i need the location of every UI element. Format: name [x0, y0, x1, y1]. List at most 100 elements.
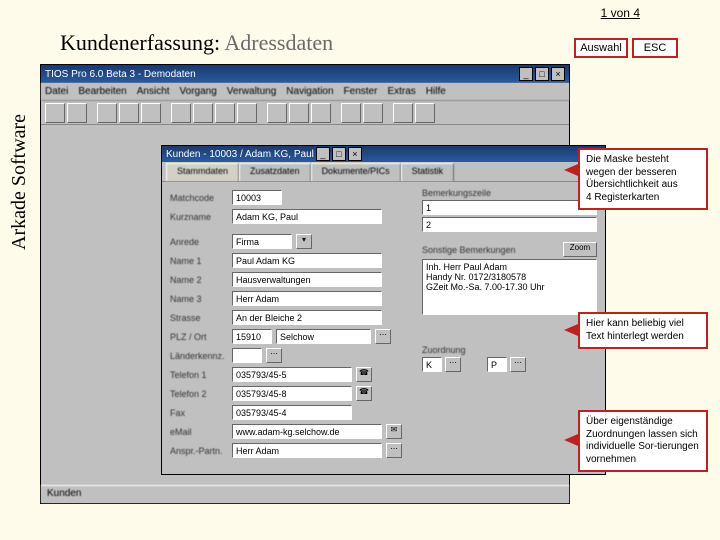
- phone-icon[interactable]: ☎: [356, 367, 372, 382]
- kunden-title-bar: Kunden - 10003 / Adam KG, Paul _ □ ×: [162, 146, 605, 162]
- menu-extras[interactable]: Extras: [387, 86, 415, 97]
- toolbar-button[interactable]: [289, 103, 309, 123]
- menu-bearbeiten[interactable]: Bearbeiten: [78, 86, 126, 97]
- callout-zuordnung: Über eigenständige Zuordnungen lassen si…: [578, 410, 708, 472]
- menu-bar: Datei Bearbeiten Ansicht Vorgang Verwalt…: [41, 83, 569, 101]
- phone-icon[interactable]: ☎: [356, 386, 372, 401]
- menu-hilfe[interactable]: Hilfe: [426, 86, 446, 97]
- sonstige-field[interactable]: Inh. Herr Paul Adam Handy Nr. 0172/31805…: [422, 259, 597, 315]
- toolbar-button[interactable]: [119, 103, 139, 123]
- app-title: TIOS Pro 6.0 Beta 3 - Demodaten: [45, 69, 196, 80]
- title-main: Kundenerfassung:: [60, 30, 220, 55]
- fax-field[interactable]: 035793/45-4: [232, 405, 352, 420]
- brand-label: Arkade Software: [8, 50, 31, 250]
- label-telefon1: Telefon 1: [170, 370, 228, 380]
- label-name2: Name 2: [170, 275, 228, 285]
- label-ansprech: Anspr.-Partn.: [170, 446, 228, 456]
- label-sonstige: Sonstige Bemerkungen: [422, 245, 516, 255]
- label-kurzname: Kurzname: [170, 212, 228, 222]
- zuord-p-field[interactable]: P: [487, 357, 507, 372]
- status-bar: Kunden: [41, 485, 569, 503]
- close-icon[interactable]: ×: [551, 67, 565, 81]
- kurzname-field[interactable]: Adam KG, Paul: [232, 209, 382, 224]
- menu-vorgang[interactable]: Vorgang: [180, 86, 217, 97]
- menu-navigation[interactable]: Navigation: [286, 86, 333, 97]
- label-email: eMail: [170, 427, 228, 437]
- label-fax: Fax: [170, 408, 228, 418]
- toolbar-button[interactable]: [393, 103, 413, 123]
- search-icon[interactable]: ⋯: [386, 443, 402, 458]
- bemerkung1-field[interactable]: 1: [422, 200, 597, 215]
- toolbar-button[interactable]: [237, 103, 257, 123]
- dropdown-icon[interactable]: ▾: [296, 234, 312, 249]
- telefon1-field[interactable]: 035793/45-5: [232, 367, 352, 382]
- search-icon[interactable]: ⋯: [375, 329, 391, 344]
- kunden-title: Kunden - 10003 / Adam KG, Paul: [166, 149, 314, 160]
- toolbar-button[interactable]: [141, 103, 161, 123]
- zoom-button[interactable]: Zoom: [563, 242, 597, 257]
- toolbar-button[interactable]: [311, 103, 331, 123]
- matchcode-field[interactable]: 10003: [232, 190, 282, 205]
- label-telefon2: Telefon 2: [170, 389, 228, 399]
- menu-verwaltung[interactable]: Verwaltung: [227, 86, 276, 97]
- callout-registerkarten: Die Maske besteht wegen der besseren Übe…: [578, 148, 708, 210]
- arrow-icon: [564, 324, 578, 336]
- esc-button[interactable]: ESC: [632, 38, 678, 58]
- form-area: Matchcode 10003 Kurzname Adam KG, Paul A…: [162, 182, 605, 466]
- anrede-field[interactable]: Firma: [232, 234, 292, 249]
- name1-field[interactable]: Paul Adam KG: [232, 253, 382, 268]
- app-title-bar: TIOS Pro 6.0 Beta 3 - Demodaten _ □ ×: [41, 65, 569, 83]
- minimize-icon[interactable]: _: [519, 67, 533, 81]
- label-bemerkung: Bemerkungszeile: [422, 188, 597, 198]
- toolbar: [41, 101, 569, 125]
- name2-field[interactable]: Hausverwaltungen: [232, 272, 382, 287]
- name3-field[interactable]: Herr Adam: [232, 291, 382, 306]
- search-icon[interactable]: ⋯: [445, 357, 461, 372]
- label-plzort: PLZ / Ort: [170, 332, 228, 342]
- menu-ansicht[interactable]: Ansicht: [137, 86, 170, 97]
- label-strasse: Strasse: [170, 313, 228, 323]
- menu-fenster[interactable]: Fenster: [344, 86, 378, 97]
- toolbar-button[interactable]: [267, 103, 287, 123]
- ansprech-field[interactable]: Herr Adam: [232, 443, 382, 458]
- toolbar-button[interactable]: [67, 103, 87, 123]
- toolbar-button[interactable]: [341, 103, 361, 123]
- title-sub: Adressdaten: [224, 30, 333, 55]
- mail-icon[interactable]: ✉: [386, 424, 402, 439]
- email-field[interactable]: www.adam-kg.selchow.de: [232, 424, 382, 439]
- laenderkz-field[interactable]: [232, 348, 262, 363]
- toolbar-button[interactable]: [215, 103, 235, 123]
- toolbar-button[interactable]: [363, 103, 383, 123]
- close-icon[interactable]: ×: [348, 147, 362, 161]
- app-window: TIOS Pro 6.0 Beta 3 - Demodaten _ □ × Da…: [40, 64, 570, 504]
- maximize-icon[interactable]: □: [535, 67, 549, 81]
- ort-field[interactable]: Selchow: [276, 329, 371, 344]
- toolbar-button[interactable]: [415, 103, 435, 123]
- label-zuordnung: Zuordnung: [422, 345, 597, 355]
- plz-field[interactable]: 15910: [232, 329, 272, 344]
- maximize-icon[interactable]: □: [332, 147, 346, 161]
- label-matchcode: Matchcode: [170, 193, 228, 203]
- tab-dokumente[interactable]: Dokumente/PICs: [311, 163, 401, 181]
- menu-datei[interactable]: Datei: [45, 86, 68, 97]
- search-icon[interactable]: ⋯: [266, 348, 282, 363]
- bemerkung2-field[interactable]: 2: [422, 217, 597, 232]
- toolbar-button[interactable]: [171, 103, 191, 123]
- search-icon[interactable]: ⋯: [510, 357, 526, 372]
- kunden-window: Kunden - 10003 / Adam KG, Paul _ □ × Sta…: [161, 145, 606, 475]
- toolbar-button[interactable]: [45, 103, 65, 123]
- toolbar-button[interactable]: [97, 103, 117, 123]
- zuord-k-field[interactable]: K: [422, 357, 442, 372]
- strasse-field[interactable]: An der Bleiche 2: [232, 310, 382, 325]
- auswahl-button[interactable]: Auswahl: [574, 38, 628, 58]
- label-name3: Name 3: [170, 294, 228, 304]
- minimize-icon[interactable]: _: [316, 147, 330, 161]
- tab-stammdaten[interactable]: Stammdaten: [166, 163, 239, 181]
- label-name1: Name 1: [170, 256, 228, 266]
- arrow-icon: [564, 164, 578, 176]
- tab-statistik[interactable]: Statistik: [401, 163, 455, 181]
- label-anrede: Anrede: [170, 237, 228, 247]
- tab-zusatzdaten[interactable]: Zusatzdaten: [239, 163, 311, 181]
- telefon2-field[interactable]: 035793/45-8: [232, 386, 352, 401]
- toolbar-button[interactable]: [193, 103, 213, 123]
